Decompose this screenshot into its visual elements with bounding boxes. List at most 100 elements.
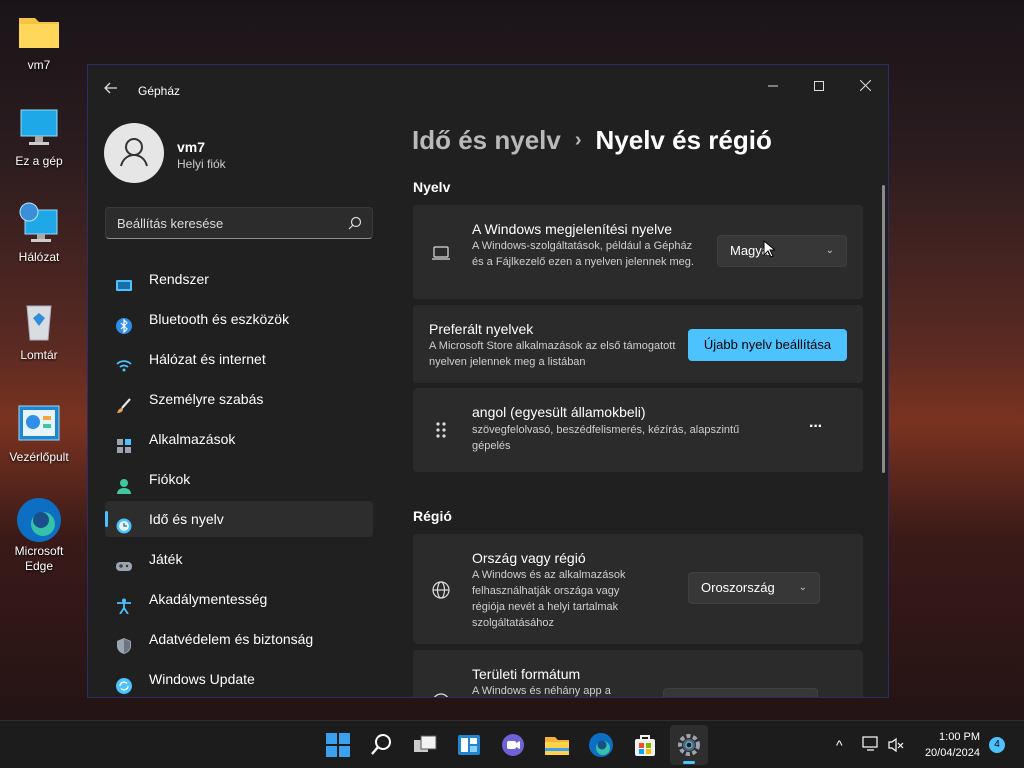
desktop-icon-label: Lomtár: [20, 348, 58, 362]
sidebar-item-apps[interactable]: Alkalmazások: [105, 421, 373, 457]
country-region-value: Oroszország: [701, 580, 775, 595]
desktop-icon-label: Vezérlőpult: [9, 450, 69, 464]
country-region-dropdown[interactable]: Oroszország ⌄: [688, 572, 820, 604]
search-icon[interactable]: [367, 731, 395, 759]
scrollbar[interactable]: [882, 185, 885, 473]
display-language-title: A Windows megjelenítési nyelve: [472, 221, 672, 237]
section-heading-region: Régió: [413, 508, 452, 524]
desktop-icon-this-pc[interactable]: Ez a gép: [6, 106, 72, 169]
apps-icon: [116, 431, 132, 453]
sidebar-item-personalization[interactable]: Személyre szabás: [105, 381, 373, 417]
computer-icon: [15, 106, 63, 150]
sidebar-item-label: Bluetooth és eszközök: [149, 311, 290, 327]
desktop-icon-network[interactable]: Hálózat: [6, 202, 72, 265]
language-list-item[interactable]: angol (egyesült államokbeli) szövegfelol…: [413, 388, 863, 472]
sidebar-item-time-language[interactable]: Idő és nyelv: [105, 501, 373, 537]
country-region-card: Ország vagy régió A Windows és az alkalm…: [413, 534, 863, 644]
breadcrumb-separator: ›: [574, 129, 582, 151]
minimize-button[interactable]: [750, 71, 796, 101]
sidebar-item-privacy[interactable]: Adatvédelem és biztonság: [105, 621, 373, 657]
sidebar-item-label: Fiókok: [149, 471, 191, 487]
avatar[interactable]: [104, 123, 164, 183]
close-button[interactable]: [842, 71, 888, 101]
gaming-icon: [116, 551, 132, 571]
sidebar-item-label: Adatvédelem és biztonság: [149, 631, 314, 647]
sidebar-item-label: Rendszer: [149, 271, 209, 287]
preferred-languages-card: Preferált nyelvek A Microsoft Store alka…: [413, 305, 863, 383]
sidebar-item-label: Akadálymentesség: [149, 591, 268, 607]
laptop-icon: [431, 243, 451, 263]
network-status-icon[interactable]: [862, 736, 880, 755]
system-clock[interactable]: 1:00 PM 20/04/2024: [925, 729, 980, 761]
shield-icon: [116, 631, 132, 654]
sidebar-item-label: Windows Update: [149, 671, 255, 687]
display-language-card: A Windows megjelenítési nyelve A Windows…: [413, 205, 863, 299]
preferred-languages-desc: A Microsoft Store alkalmazások az első t…: [429, 340, 676, 368]
mouse-cursor-icon: [763, 239, 777, 258]
search-icon[interactable]: [348, 216, 362, 230]
add-language-button[interactable]: Újabb nyelv beállítása: [688, 329, 847, 361]
edge-icon[interactable]: [587, 731, 615, 759]
search-input[interactable]: Beállítás keresése: [105, 207, 373, 239]
preferred-languages-title: Preferált nyelvek: [429, 321, 534, 337]
sidebar-item-label: Személyre szabás: [149, 391, 264, 407]
section-heading-language: Nyelv: [413, 179, 451, 195]
desktop-icon-vm7[interactable]: vm7: [6, 10, 72, 73]
chevron-down-icon: ⌄: [825, 245, 834, 256]
notification-badge[interactable]: 4: [989, 737, 1005, 753]
desktop-icon-label: vm7: [27, 58, 51, 72]
drag-handle-icon[interactable]: [431, 420, 451, 440]
bluetooth-icon: [116, 311, 132, 334]
desktop-icon-label: Hálózat: [18, 250, 60, 264]
chat-icon[interactable]: [499, 731, 527, 759]
profile-account-type: Helyi fiók: [177, 157, 226, 171]
time-language-icon: [116, 511, 132, 534]
accessibility-icon: [116, 591, 132, 615]
sidebar-item-accessibility[interactable]: Akadálymentesség: [105, 581, 373, 617]
breadcrumb: Idő és nyelv › Nyelv és régió: [412, 125, 772, 156]
display-language-dropdown[interactable]: Magyar ⌄: [717, 235, 847, 267]
desktop-icon-edge[interactable]: Microsoft Edge: [6, 496, 72, 574]
edge-icon: [15, 496, 63, 542]
system-icon: [116, 271, 132, 291]
maximize-button[interactable]: [796, 71, 842, 101]
sidebar-item-network[interactable]: Hálózat és internet: [105, 341, 373, 377]
desktop-icon-control-panel[interactable]: Vezérlőpult: [6, 402, 72, 465]
language-item-title: angol (egyesült államokbeli): [472, 404, 646, 420]
display-language-desc: A Windows-szolgáltatások, például a Géph…: [472, 240, 694, 268]
brush-icon: [116, 391, 132, 413]
sidebar-item-bluetooth[interactable]: Bluetooth és eszközök: [105, 301, 373, 337]
breadcrumb-parent[interactable]: Idő és nyelv: [412, 125, 561, 155]
volume-muted-icon[interactable]: [888, 737, 904, 756]
sidebar-item-windows-update[interactable]: Windows Update: [105, 661, 373, 697]
sidebar-item-label: Játék: [149, 551, 183, 567]
folder-icon: [15, 10, 63, 54]
search-placeholder: Beállítás keresése: [117, 216, 224, 231]
regional-format-icon: [431, 692, 451, 697]
back-arrow-icon[interactable]: [104, 81, 122, 99]
task-view-icon[interactable]: [411, 731, 439, 759]
chevron-down-icon: ⌄: [798, 582, 807, 593]
more-options-icon[interactable]: ···: [809, 418, 823, 436]
sidebar-item-gaming[interactable]: Játék: [105, 541, 373, 577]
update-icon: [116, 671, 132, 694]
profile-name: vm7: [177, 139, 206, 155]
account-icon: [116, 471, 132, 494]
clock-time: 1:00 PM: [939, 731, 980, 743]
sidebar-nav: Rendszer Bluetooth és eszközök Hálózat é…: [105, 261, 373, 697]
page-title: Nyelv és régió: [595, 125, 772, 155]
country-region-desc: A Windows és az alkalmazások felhasználh…: [472, 569, 626, 629]
tray-overflow-chevron-icon[interactable]: ^: [836, 737, 843, 753]
widgets-icon[interactable]: [455, 731, 483, 759]
sidebar-item-system[interactable]: Rendszer: [105, 261, 373, 297]
desktop-icon-recycle-bin[interactable]: Lomtár: [6, 300, 72, 363]
start-windows-icon[interactable]: [324, 731, 352, 759]
file-explorer-icon[interactable]: [543, 731, 571, 759]
regional-format-dropdown[interactable]: [663, 688, 818, 697]
regional-format-desc: A Windows és néhány app a: [472, 685, 611, 697]
store-icon[interactable]: [631, 731, 659, 759]
settings-taskbar-button[interactable]: [670, 725, 708, 765]
sidebar-item-label: Idő és nyelv: [149, 511, 224, 527]
network-icon: [15, 202, 63, 246]
sidebar-item-accounts[interactable]: Fiókok: [105, 461, 373, 497]
